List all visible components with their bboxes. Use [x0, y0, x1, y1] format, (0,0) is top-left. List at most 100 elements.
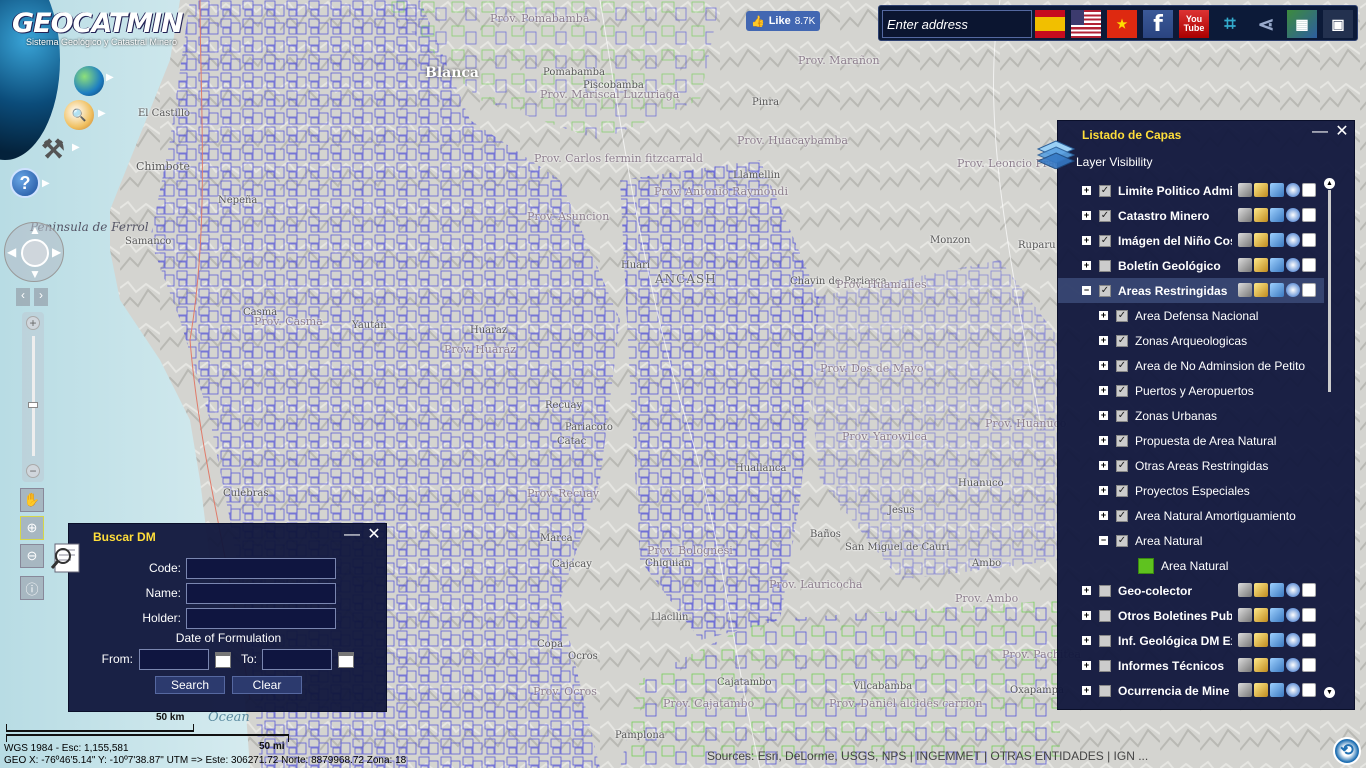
sublayer-row[interactable]: + ✓ Propuesta de Area Natural: [1058, 428, 1324, 453]
pan-navigation-wheel[interactable]: ▲ ◀ ▶ ▼: [4, 222, 64, 282]
layer-row[interactable]: + Boletín Geológico: [1058, 253, 1324, 278]
zoom-to-layer-icon[interactable]: [1254, 208, 1268, 222]
sublayer-row[interactable]: + ✓ Proyectos Especiales: [1058, 478, 1324, 503]
globe-icon[interactable]: [1286, 258, 1300, 272]
minimize-icon[interactable]: —: [344, 527, 360, 544]
zoom-out-icon[interactable]: −: [26, 464, 40, 478]
metadata-doc-icon[interactable]: [1302, 633, 1316, 647]
wrench-icon[interactable]: [1238, 258, 1252, 272]
transparency-icon[interactable]: [1270, 283, 1284, 297]
share-icon[interactable]: ⋖: [1251, 10, 1281, 38]
zoom-out-box-button[interactable]: ⊖: [20, 544, 44, 568]
minimize-icon[interactable]: —: [1312, 124, 1328, 141]
layer-checkbox[interactable]: ✓: [1116, 534, 1128, 547]
zoom-to-layer-icon[interactable]: [1254, 283, 1268, 297]
expand-icon[interactable]: +: [1082, 186, 1091, 195]
metadata-doc-icon[interactable]: [1302, 683, 1316, 697]
facebook-like-button[interactable]: 👍 Like 8.7K: [746, 11, 820, 31]
layer-checkbox[interactable]: [1099, 584, 1111, 597]
wrench-icon[interactable]: [1238, 283, 1252, 297]
grid-icon[interactable]: ⌗: [1215, 10, 1245, 38]
globe-icon[interactable]: [1286, 633, 1300, 647]
wrench-icon[interactable]: [1238, 183, 1252, 197]
scroll-thumb[interactable]: [1328, 190, 1331, 392]
search-map-button[interactable]: 🔍: [64, 100, 94, 130]
china-flag-icon[interactable]: ★: [1107, 10, 1137, 38]
transparency-icon[interactable]: [1270, 633, 1284, 647]
transparency-icon[interactable]: [1270, 583, 1284, 597]
layer-checkbox[interactable]: ✓: [1116, 509, 1128, 522]
expand-icon[interactable]: +: [1082, 661, 1091, 670]
close-icon[interactable]: ✕: [366, 527, 382, 544]
globe-icon[interactable]: [1286, 583, 1300, 597]
expand-icon[interactable]: +: [1099, 411, 1108, 420]
transparency-icon[interactable]: [1270, 658, 1284, 672]
layer-checkbox[interactable]: ✓: [1099, 284, 1111, 297]
scroll-up-icon[interactable]: ▲: [1324, 178, 1335, 189]
from-date-field[interactable]: [139, 649, 209, 670]
zoom-slider[interactable]: + −: [22, 312, 44, 482]
metadata-doc-icon[interactable]: [1302, 233, 1316, 247]
pan-up-icon[interactable]: ▲: [29, 223, 41, 237]
layer-checkbox[interactable]: ✓: [1116, 359, 1128, 372]
layer-checkbox[interactable]: [1099, 634, 1111, 647]
transparency-icon[interactable]: [1270, 233, 1284, 247]
pan-down-icon[interactable]: ▼: [29, 267, 41, 281]
sublayer-row[interactable]: + ✓ Area Defensa Nacional: [1058, 303, 1324, 328]
layer-checkbox[interactable]: ✓: [1116, 334, 1128, 347]
globe-icon[interactable]: [1286, 283, 1300, 297]
spanish-flag-icon[interactable]: [1035, 10, 1065, 38]
metadata-doc-icon[interactable]: [1302, 258, 1316, 272]
layer-checkbox[interactable]: [1099, 609, 1111, 622]
scroll-down-icon[interactable]: ▼: [1324, 687, 1335, 698]
collapse-icon[interactable]: −: [1082, 286, 1091, 295]
layer-checkbox[interactable]: ✓: [1116, 459, 1128, 472]
sublayer-row[interactable]: + ✓ Area de No Adminsion de Petito: [1058, 353, 1324, 378]
rotate-left-button[interactable]: ‹: [16, 288, 30, 306]
calendar-icon[interactable]: [338, 652, 354, 668]
transparency-icon[interactable]: [1270, 183, 1284, 197]
expand-icon[interactable]: +: [1082, 261, 1091, 270]
zoom-in-box-button[interactable]: ⊕: [20, 516, 44, 540]
metadata-doc-icon[interactable]: [1302, 183, 1316, 197]
layer-checkbox[interactable]: ✓: [1116, 309, 1128, 322]
layer-checkbox[interactable]: [1099, 259, 1111, 272]
expand-icon[interactable]: +: [1082, 686, 1091, 695]
compass-center-icon[interactable]: [21, 239, 49, 267]
layer-row[interactable]: + Geo-colector: [1058, 578, 1324, 603]
to-date-field[interactable]: [262, 649, 332, 670]
expand-icon[interactable]: +: [1099, 436, 1108, 445]
help-button[interactable]: ?: [10, 168, 40, 198]
expand-icon[interactable]: +: [1082, 236, 1091, 245]
zoom-to-layer-icon[interactable]: [1254, 608, 1268, 622]
expand-icon[interactable]: +: [1082, 611, 1091, 620]
wrench-icon[interactable]: [1238, 208, 1252, 222]
holder-field[interactable]: [186, 608, 336, 629]
transparency-icon[interactable]: [1270, 208, 1284, 222]
transparency-icon[interactable]: [1270, 608, 1284, 622]
layer-checkbox[interactable]: [1099, 659, 1111, 672]
metadata-doc-icon[interactable]: [1302, 283, 1316, 297]
identify-button[interactable]: ⓘ: [20, 576, 44, 600]
expand-icon[interactable]: +: [1099, 361, 1108, 370]
expand-icon[interactable]: +: [1099, 486, 1108, 495]
collapse-icon[interactable]: −: [1099, 536, 1108, 545]
zoom-to-layer-icon[interactable]: [1254, 258, 1268, 272]
globe-icon[interactable]: [1286, 208, 1300, 222]
wrench-icon[interactable]: [1238, 683, 1252, 697]
zoom-to-layer-icon[interactable]: [1254, 683, 1268, 697]
layer-checkbox[interactable]: ✓: [1099, 234, 1111, 247]
layer-checkbox[interactable]: ✓: [1116, 434, 1128, 447]
basemap-globe-button[interactable]: [74, 66, 104, 96]
zoom-to-layer-icon[interactable]: [1254, 658, 1268, 672]
wrench-icon[interactable]: [1238, 658, 1252, 672]
expand-icon[interactable]: +: [1082, 211, 1091, 220]
sublayer-row[interactable]: + ✓ Otras Areas Restringidas: [1058, 453, 1324, 478]
expand-icon[interactable]: +: [1082, 586, 1091, 595]
wrench-icon[interactable]: [1238, 583, 1252, 597]
facebook-icon[interactable]: f: [1143, 10, 1173, 38]
ingemmet-logo-icon[interactable]: ⟲: [1333, 737, 1361, 765]
sublayer-row[interactable]: − ✓ Area Natural: [1058, 528, 1324, 553]
youtube-icon[interactable]: You Tube: [1179, 10, 1209, 38]
zoom-track[interactable]: [32, 336, 35, 456]
